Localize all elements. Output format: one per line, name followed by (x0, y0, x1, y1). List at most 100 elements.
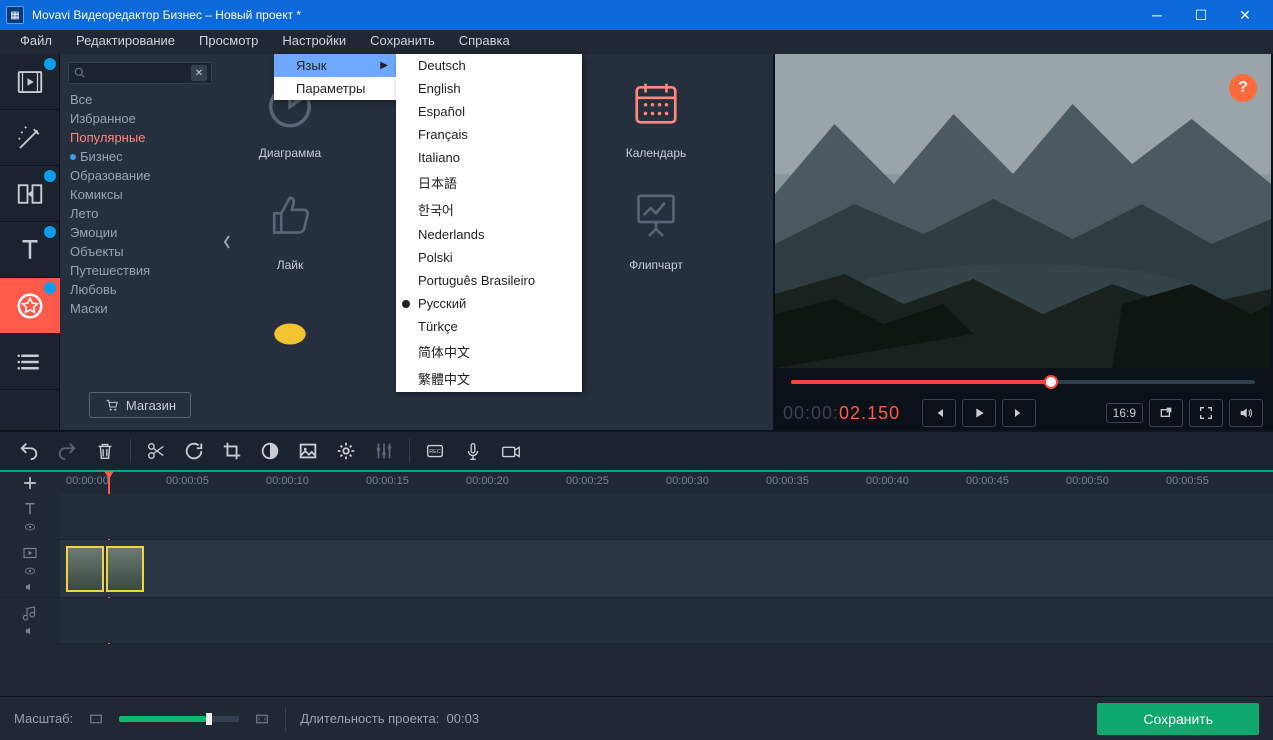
language-nl[interactable]: Nederlands (396, 223, 582, 246)
menu-settings[interactable]: Настройки (270, 30, 358, 54)
zoom-slider[interactable] (119, 716, 239, 722)
fullscreen-button[interactable] (1189, 399, 1223, 427)
color-button[interactable] (253, 436, 287, 466)
category-popular[interactable]: Популярные (68, 128, 212, 147)
tool-media[interactable] (0, 54, 60, 110)
category-masks[interactable]: Маски (68, 299, 212, 318)
tool-more[interactable] (0, 334, 60, 390)
tool-transitions[interactable] (0, 166, 60, 222)
delete-button[interactable] (88, 436, 122, 466)
language-de[interactable]: Deutsch (396, 54, 582, 77)
category-summer[interactable]: Лето (68, 204, 212, 223)
split-button[interactable] (139, 436, 173, 466)
tool-stickers[interactable] (0, 278, 60, 334)
crop-button[interactable] (215, 436, 249, 466)
equalizer-button[interactable] (367, 436, 401, 466)
category-all[interactable]: Все (68, 90, 212, 109)
menu-save[interactable]: Сохранить (358, 30, 447, 54)
status-bar: Масштаб: Длительность проекта: 00:03 Сох… (0, 696, 1273, 740)
grid-item-calendar[interactable]: Календарь (608, 68, 704, 160)
save-button[interactable]: Сохранить (1097, 703, 1259, 735)
grid-item-label: Календарь (608, 146, 704, 160)
eye-icon[interactable] (23, 520, 37, 534)
minimize-button[interactable]: ─ (1135, 0, 1179, 30)
language-it[interactable]: Italiano (396, 146, 582, 169)
tool-titles[interactable] (0, 222, 60, 278)
shop-button[interactable]: Магазин (89, 392, 191, 418)
video-track-content[interactable] (60, 540, 1273, 597)
category-travel[interactable]: Путешествия (68, 261, 212, 280)
zoom-in-icon[interactable] (253, 710, 271, 728)
image-button[interactable] (291, 436, 325, 466)
menu-file[interactable]: Файл (8, 30, 64, 54)
record-webcam-button[interactable] (494, 436, 528, 466)
redo-icon (56, 440, 78, 462)
language-dropdown: Deutsch English Español Français Italian… (396, 54, 582, 392)
help-button[interactable]: ? (1229, 74, 1257, 102)
language-fr[interactable]: Français (396, 123, 582, 146)
language-zh-tw[interactable]: 繁體中文 (396, 365, 582, 392)
add-track-button[interactable] (0, 472, 60, 494)
rotate-button[interactable] (177, 436, 211, 466)
language-pt[interactable]: Português Brasileiro (396, 269, 582, 292)
preview-seekbar[interactable] (773, 368, 1273, 396)
clear-search-button[interactable]: ✕ (191, 65, 207, 81)
language-pl[interactable]: Polski (396, 246, 582, 269)
next-frame-button[interactable] (1002, 399, 1036, 427)
language-es[interactable]: Español (396, 100, 582, 123)
category-love[interactable]: Любовь (68, 280, 212, 299)
time-tick: 00:00:45 (966, 475, 1009, 487)
category-objects[interactable]: Объекты (68, 242, 212, 261)
undo-button[interactable] (12, 436, 46, 466)
timeline: 00:00:0000:00:0500:00:1000:00:1500:00:20… (0, 470, 1273, 696)
menu-help[interactable]: Справка (447, 30, 522, 54)
seek-knob[interactable] (1044, 375, 1058, 389)
search-icon (73, 66, 87, 80)
redo-button[interactable] (50, 436, 84, 466)
zoom-knob[interactable] (206, 713, 212, 725)
record-audio-button[interactable] (456, 436, 490, 466)
category-emotions[interactable]: Эмоции (68, 223, 212, 242)
audio-track-content[interactable] (60, 598, 1273, 643)
video-clip[interactable] (106, 546, 144, 592)
category-business[interactable]: Бизнес (68, 147, 212, 166)
category-comics[interactable]: Комиксы (68, 185, 212, 204)
maximize-button[interactable]: ☐ (1179, 0, 1223, 30)
preview-viewport[interactable]: ? (775, 54, 1271, 368)
language-ko[interactable]: 한국어 (396, 196, 582, 223)
menu-edit[interactable]: Редактирование (64, 30, 187, 54)
grid-item-flipchart[interactable]: Флипчарт (608, 180, 704, 272)
language-en[interactable]: English (396, 77, 582, 100)
record-screen-button[interactable]: REC (418, 436, 452, 466)
prev-frame-button[interactable] (922, 399, 956, 427)
title-track-content[interactable] (60, 494, 1273, 539)
grid-item-extra[interactable] (242, 292, 338, 370)
volume-icon[interactable] (23, 624, 37, 638)
video-track (0, 540, 1273, 598)
close-button[interactable]: ✕ (1223, 0, 1267, 30)
language-zh-cn[interactable]: 简体中文 (396, 338, 582, 365)
video-clip[interactable] (66, 546, 104, 592)
category-favorites[interactable]: Избранное (68, 109, 212, 128)
play-button[interactable] (962, 399, 996, 427)
language-ja[interactable]: 日本語 (396, 169, 582, 196)
clip-properties-button[interactable] (329, 436, 363, 466)
search-input[interactable]: ✕ (68, 62, 212, 84)
tool-filters[interactable] (0, 110, 60, 166)
detach-preview-button[interactable] (1149, 399, 1183, 427)
time-tick: 00:00:35 (766, 475, 809, 487)
zoom-out-icon[interactable] (87, 710, 105, 728)
eye-icon[interactable] (23, 564, 37, 578)
menu-view[interactable]: Просмотр (187, 30, 270, 54)
collapse-sidebar-button[interactable] (220, 54, 234, 430)
aspect-ratio-button[interactable]: 16:9 (1106, 403, 1143, 423)
category-education[interactable]: Образование (68, 166, 212, 185)
volume-button[interactable] (1229, 399, 1263, 427)
grid-item-like[interactable]: Лайк (242, 180, 338, 272)
settings-parameters-item[interactable]: Параметры (274, 77, 396, 100)
language-tr[interactable]: Türkçe (396, 315, 582, 338)
language-ru[interactable]: Русский (396, 292, 582, 315)
time-ruler[interactable]: 00:00:0000:00:0500:00:1000:00:1500:00:20… (0, 472, 1273, 494)
settings-language-item[interactable]: Язык▶ (274, 54, 396, 77)
volume-icon[interactable] (23, 580, 37, 594)
